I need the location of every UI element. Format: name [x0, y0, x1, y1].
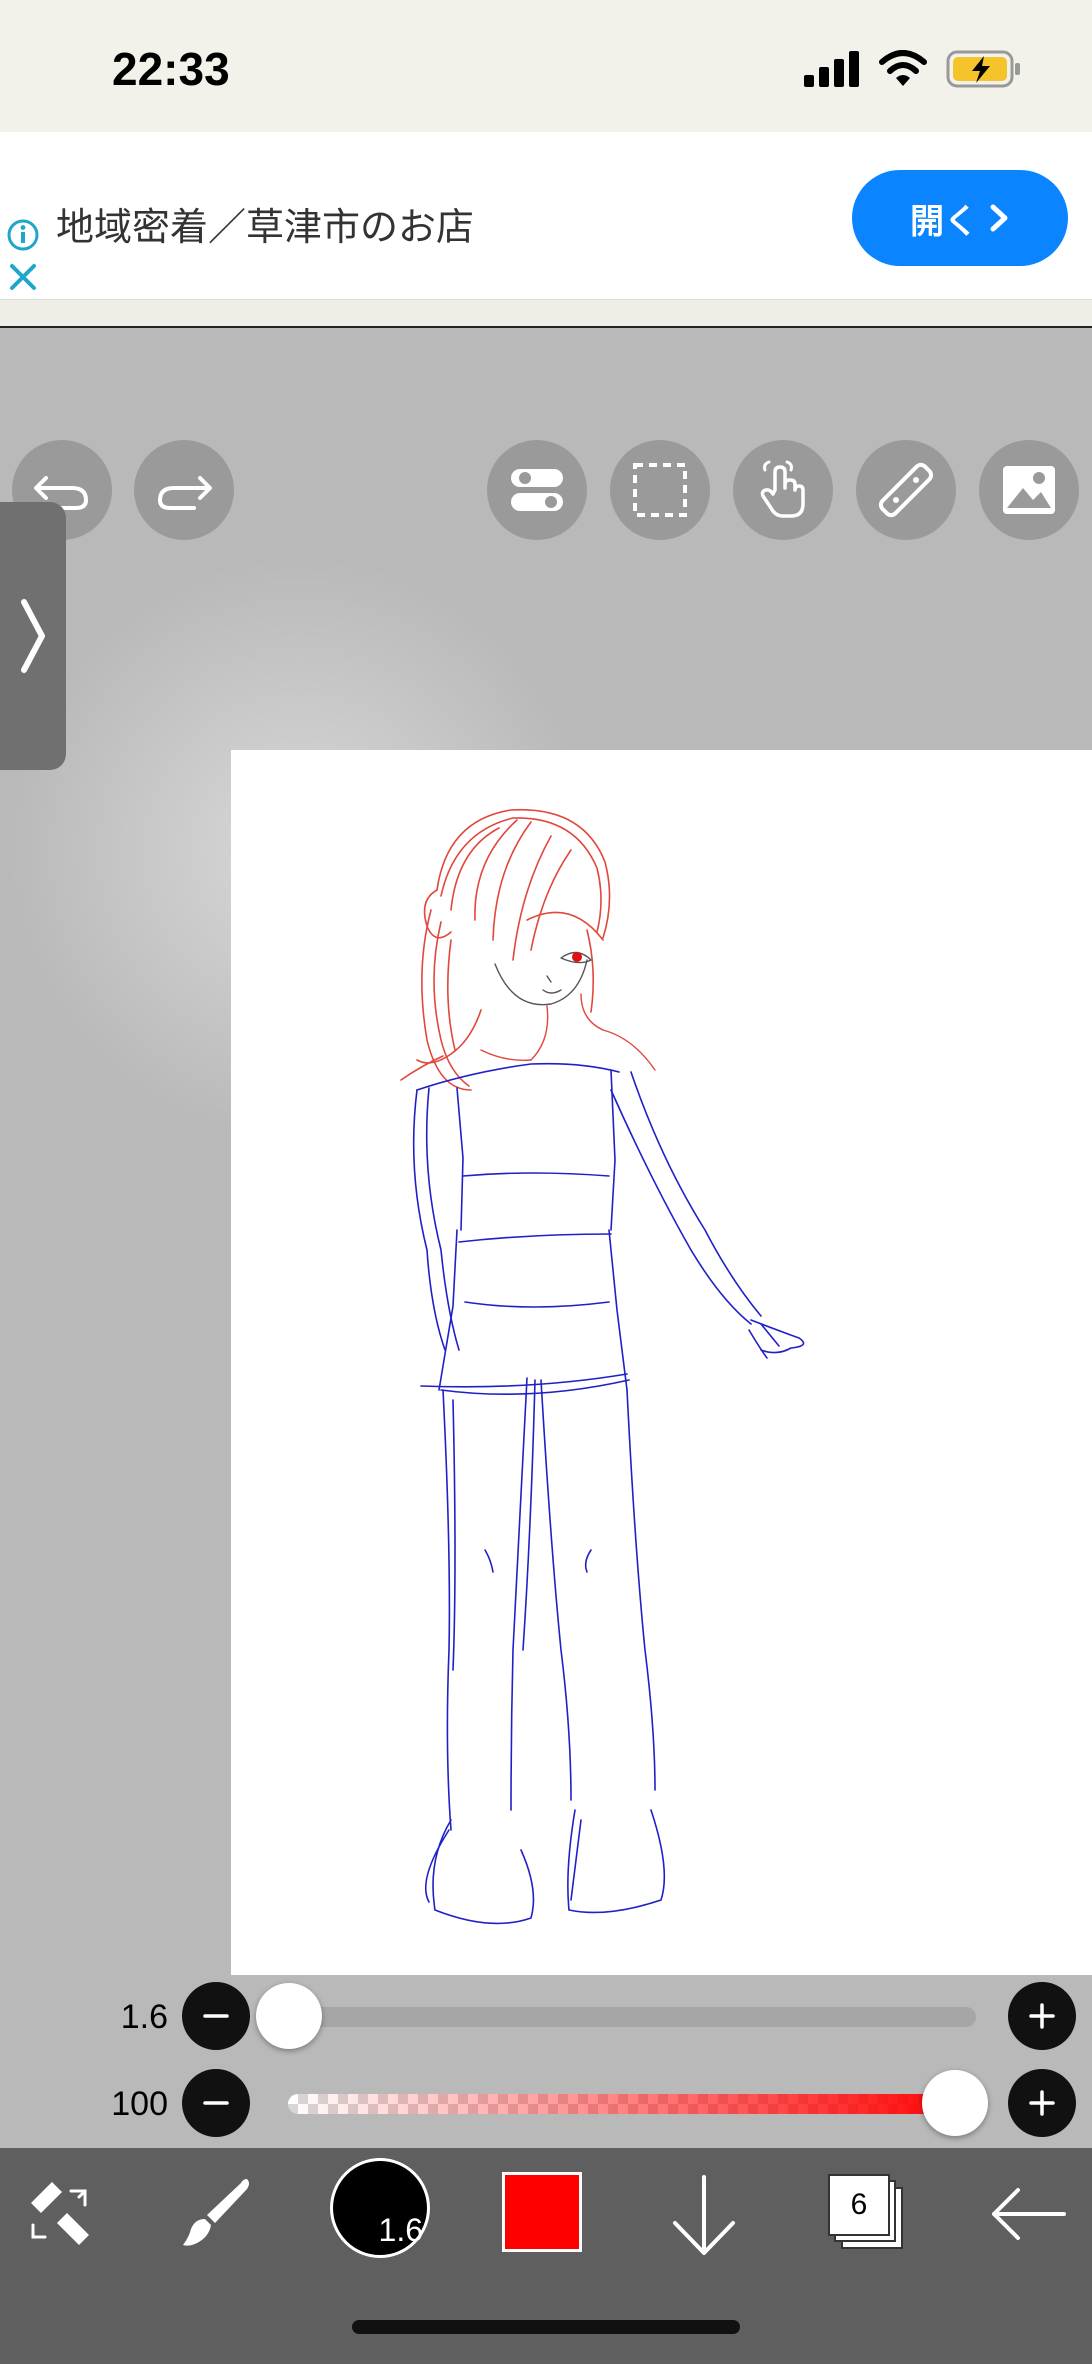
layer-down-button[interactable]: [662, 2166, 746, 2266]
ad-open-button[interactable]: 開く: [852, 170, 1068, 266]
layers-button[interactable]: 6: [828, 2174, 904, 2252]
chevron-right-icon: [990, 204, 1008, 232]
transform-eraser-icon: [31, 2179, 89, 2245]
plus-icon: [1029, 2090, 1055, 2116]
brush-size-slider-row: 1.6: [0, 1982, 1092, 2052]
opacity-value: 100: [111, 2085, 168, 2123]
arrow-down-icon: [673, 2175, 735, 2255]
status-bar: 22:33: [0, 0, 1092, 132]
ad-text[interactable]: 地域密着／草津市のお店: [56, 196, 474, 251]
image-import-button[interactable]: [979, 440, 1079, 540]
minus-icon: [203, 2101, 229, 2105]
brush-size-indicator[interactable]: 1.6: [330, 2158, 430, 2258]
ad-open-label: 開く: [910, 202, 978, 241]
opacity-increase-button[interactable]: [1008, 2069, 1076, 2137]
wifi-icon: [879, 50, 927, 86]
minus-icon: [203, 2014, 229, 2018]
opacity-decrease-button[interactable]: [182, 2069, 250, 2137]
sketch-drawing: [400, 808, 805, 1925]
signal-icon: [804, 51, 859, 87]
home-indicator: [352, 2320, 740, 2334]
toggle-icon: [511, 469, 563, 511]
brush-size-indicator-label: 1.6: [378, 2212, 423, 2248]
back-button[interactable]: [986, 2176, 1070, 2252]
settings-toggle-button[interactable]: [487, 440, 587, 540]
ruler-button[interactable]: [856, 440, 956, 540]
brush-size-decrease-button[interactable]: [182, 1982, 250, 2050]
brush-size-thumb[interactable]: [256, 1983, 322, 2049]
drawing-workspace[interactable]: 1.6 100: [0, 330, 1092, 2148]
brush-icon: [183, 2179, 249, 2246]
back-arrow-icon: [992, 2188, 1066, 2240]
brush-size-track[interactable]: [288, 2007, 976, 2027]
status-time: 22:33: [112, 43, 230, 95]
chevron-right-icon: [21, 599, 45, 673]
redo-icon: [157, 476, 212, 510]
battery-charging-icon: [946, 50, 1020, 88]
plus-icon: [1029, 2003, 1055, 2029]
status-icons: [804, 50, 1022, 88]
redo-button[interactable]: [134, 440, 234, 540]
opacity-thumb[interactable]: [922, 2070, 988, 2136]
ruler-icon: [878, 462, 934, 518]
layer-count: 6: [828, 2174, 890, 2236]
opacity-slider-row: 100: [0, 2069, 1092, 2139]
brush-size-value: 1.6: [120, 1998, 168, 2036]
side-panel-tab[interactable]: [0, 502, 66, 770]
brush-tool-button[interactable]: [172, 2168, 262, 2258]
hand-icon: [760, 460, 805, 518]
ad-divider: [0, 300, 1092, 328]
brush-size-increase-button[interactable]: [1008, 1982, 1076, 2050]
ad-banner[interactable]: 地域密着／草津市のお店 開く: [0, 132, 1092, 300]
hand-tool-button[interactable]: [733, 440, 833, 540]
opacity-track[interactable]: [288, 2094, 976, 2114]
close-icon[interactable]: [8, 262, 38, 292]
transform-eraser-button[interactable]: [18, 2168, 108, 2258]
selection-icon: [633, 463, 687, 517]
drawing-canvas[interactable]: [231, 750, 1092, 1975]
info-icon[interactable]: [6, 218, 40, 252]
image-icon: [1003, 466, 1055, 514]
color-swatch[interactable]: [502, 2172, 582, 2252]
selection-button[interactable]: [610, 440, 710, 540]
